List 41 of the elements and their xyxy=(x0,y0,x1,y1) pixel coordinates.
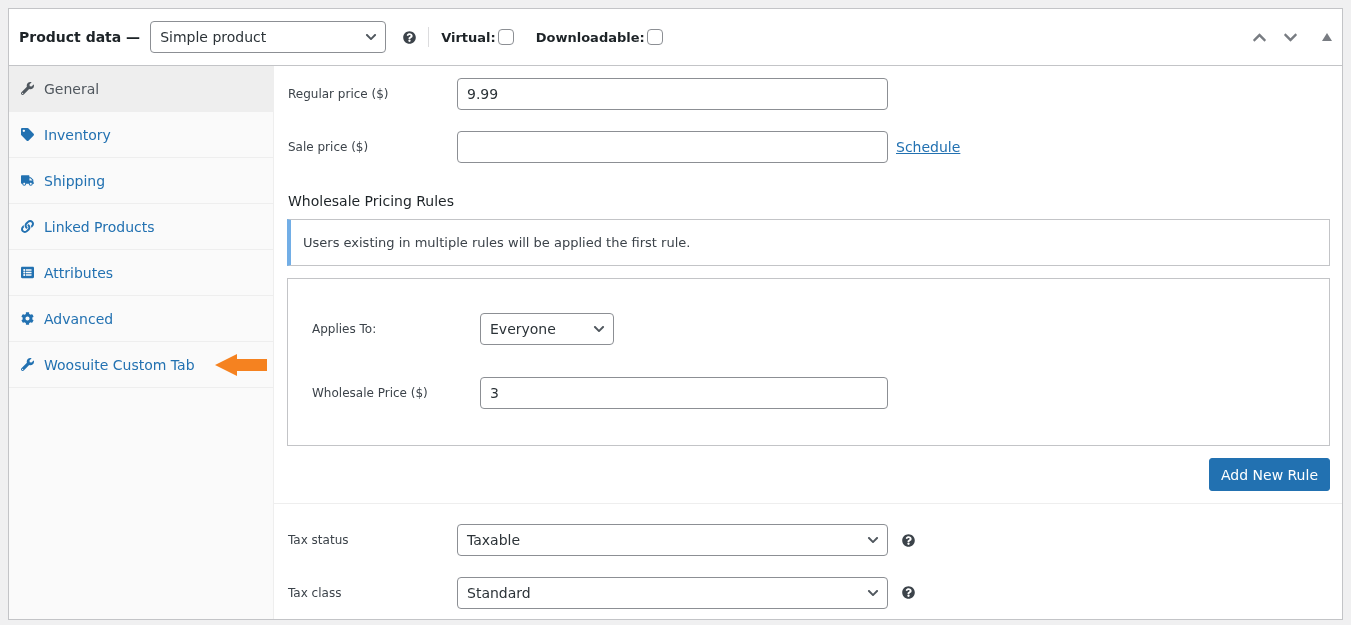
sidebar-tab[interactable]: Linked Products xyxy=(9,204,273,250)
checkbox[interactable] xyxy=(497,29,514,45)
field-label: Tax status xyxy=(288,533,350,548)
help-icon[interactable] xyxy=(902,533,915,547)
product-type-select[interactable]: Simple product xyxy=(150,21,387,53)
tax-select[interactable]: Taxable xyxy=(457,524,888,557)
tag-icon xyxy=(21,128,34,141)
settings-icon xyxy=(21,312,34,325)
collapse-icon[interactable] xyxy=(1322,33,1332,41)
schedule-link[interactable]: Schedule xyxy=(896,138,961,155)
tax-select[interactable]: Standard xyxy=(457,576,888,609)
caret-icon xyxy=(365,31,378,43)
field-label: Wholesale Price ($) xyxy=(312,386,429,401)
section-heading: Wholesale Pricing Rules xyxy=(287,192,456,212)
help-icon[interactable] xyxy=(902,586,915,600)
link-icon xyxy=(21,220,34,233)
field-label: Applies To: xyxy=(312,322,378,337)
option-label[interactable]: Downloadable: xyxy=(535,29,663,45)
sidebar-tab[interactable]: Attributes xyxy=(9,250,273,296)
field-label: Sale price ($) xyxy=(288,139,370,154)
sidebar-tab[interactable]: Woosuite Custom Tab xyxy=(9,342,273,388)
help-icon[interactable] xyxy=(403,30,417,44)
notice: Users existing in multiple rules will be applied the first rule. xyxy=(287,219,1330,267)
applies-to-select[interactable]: Everyone xyxy=(480,313,614,346)
input-field[interactable]: 9.99 xyxy=(457,78,888,111)
panel-title: Product data — xyxy=(19,29,141,45)
truck-icon xyxy=(21,174,34,187)
add-rule-button[interactable]: Add New Rule xyxy=(1209,458,1330,492)
wrench-icon xyxy=(21,358,34,371)
sidebar-tab[interactable]: Shipping xyxy=(9,158,273,204)
input-field[interactable] xyxy=(457,130,888,163)
sidebar-tab[interactable]: General xyxy=(9,66,273,112)
checkbox[interactable] xyxy=(646,29,663,45)
field-label: Regular price ($) xyxy=(288,87,390,102)
sidebar-tab[interactable]: Advanced xyxy=(9,296,273,342)
sidebar-tab[interactable]: Inventory xyxy=(9,112,273,158)
list-icon xyxy=(21,266,34,279)
wrench-icon xyxy=(21,82,34,95)
option-label[interactable]: Virtual: xyxy=(441,29,514,45)
field-label: Tax class xyxy=(288,585,343,600)
input-field[interactable]: 3 xyxy=(480,377,888,410)
